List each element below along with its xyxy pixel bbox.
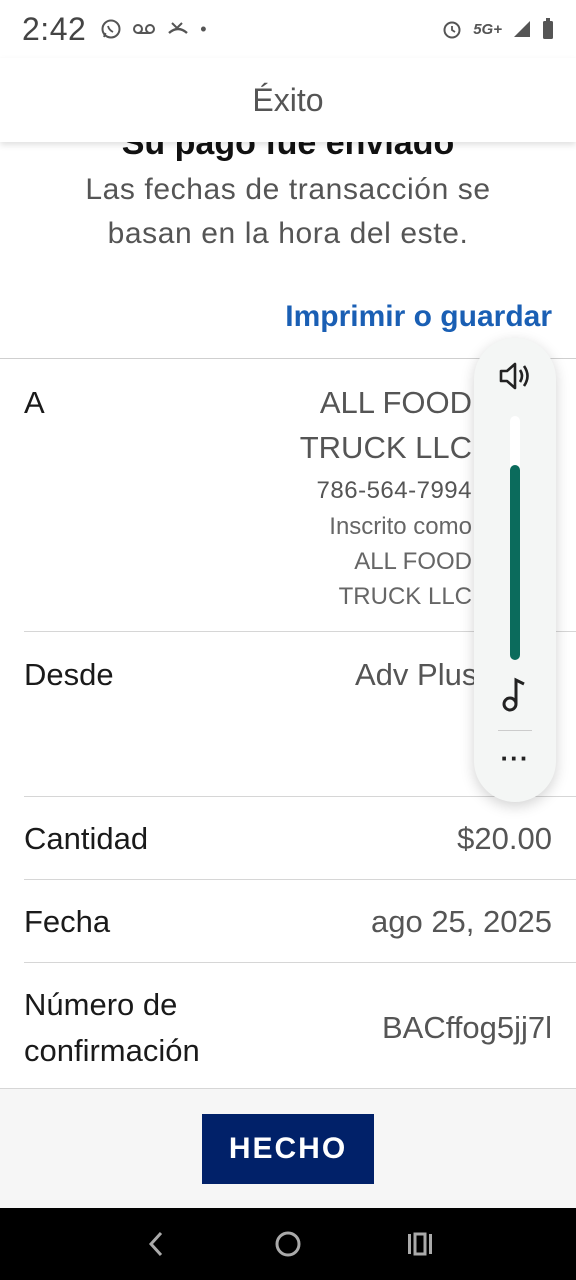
system-navigation-bar — [0, 1208, 576, 1280]
amount-value: $20.00 — [457, 821, 552, 856]
home-circle-icon — [275, 1231, 301, 1257]
divider — [24, 879, 576, 880]
volume-slider[interactable] — [510, 416, 520, 660]
confirmation-number-value: BACffog5jj7l — [381, 1010, 552, 1045]
back-button[interactable] — [126, 1214, 186, 1274]
confirmation-label: Número de confirmación — [24, 982, 200, 1074]
page-title: Éxito — [252, 81, 324, 118]
divider — [498, 730, 532, 731]
voicemail-icon — [133, 24, 156, 34]
from-row: Desde Adv Plus Banl — [24, 652, 552, 698]
recipient-details: ALL FOOD TRUCK LLC 786-564-7994 Inscrito… — [300, 380, 472, 614]
more-notifications-dot-icon: • — [200, 18, 207, 39]
status-bar: 2:42 • 5G+ — [0, 0, 576, 58]
recipient-phone: 786-564-7994 — [316, 477, 472, 504]
date-value: ago 25, 2025 — [370, 904, 552, 939]
to-row: A — [24, 380, 552, 426]
timezone-note: Las fechas de transacción se basan en la… — [85, 173, 491, 250]
to-label: A — [24, 385, 45, 420]
network-type-label: 5G+ — [473, 20, 502, 38]
volume-level-fill — [510, 464, 520, 660]
recipient-name-line1: ALL FOOD — [319, 385, 472, 420]
app-bar: Éxito — [0, 58, 576, 142]
missed-call-icon — [168, 22, 189, 34]
divider — [24, 962, 576, 963]
amount-row: Cantidad $20.00 — [24, 816, 552, 862]
date-row: Fecha ago 25, 2025 — [24, 899, 552, 945]
done-button[interactable]: HECHO — [202, 1113, 374, 1184]
registered-as-line1: Inscrito como — [329, 513, 472, 540]
notification-icons: • — [100, 18, 207, 40]
success-heading: Su pago fue enviado — [121, 142, 455, 162]
recents-button[interactable] — [390, 1214, 450, 1274]
from-label: Desde — [24, 657, 114, 692]
confirmation-label-line1: Número de — [24, 987, 178, 1022]
volume-panel[interactable]: ··· — [474, 338, 556, 802]
signal-icon — [514, 21, 530, 37]
print-or-save-link[interactable]: Imprimir o guardar — [285, 300, 552, 334]
footer: HECHO — [0, 1088, 576, 1208]
amount-label: Cantidad — [24, 821, 149, 856]
registered-as-line2: ALL FOOD — [354, 548, 472, 575]
confirmation-label-line2: confirmación — [24, 1033, 200, 1068]
battery-icon — [543, 18, 553, 39]
registered-as-line3: TRUCK LLC — [338, 583, 472, 610]
date-label: Fecha — [24, 904, 111, 939]
alarm-icon — [443, 21, 461, 39]
home-button[interactable] — [258, 1214, 318, 1274]
recipient-name-line2: TRUCK LLC — [299, 430, 472, 465]
recents-icon — [408, 1232, 432, 1256]
speaker-volume-icon[interactable] — [495, 356, 535, 396]
whatsapp-icon — [101, 19, 121, 39]
confirmation-row: Número de confirmación BACffog5jj7l — [24, 982, 552, 1074]
status-time: 2:42 — [22, 10, 87, 47]
system-icons: 5G+ — [441, 18, 554, 40]
back-chevron-icon — [148, 1231, 163, 1257]
music-note-icon[interactable] — [500, 674, 530, 714]
more-options-icon[interactable]: ··· — [495, 744, 535, 778]
